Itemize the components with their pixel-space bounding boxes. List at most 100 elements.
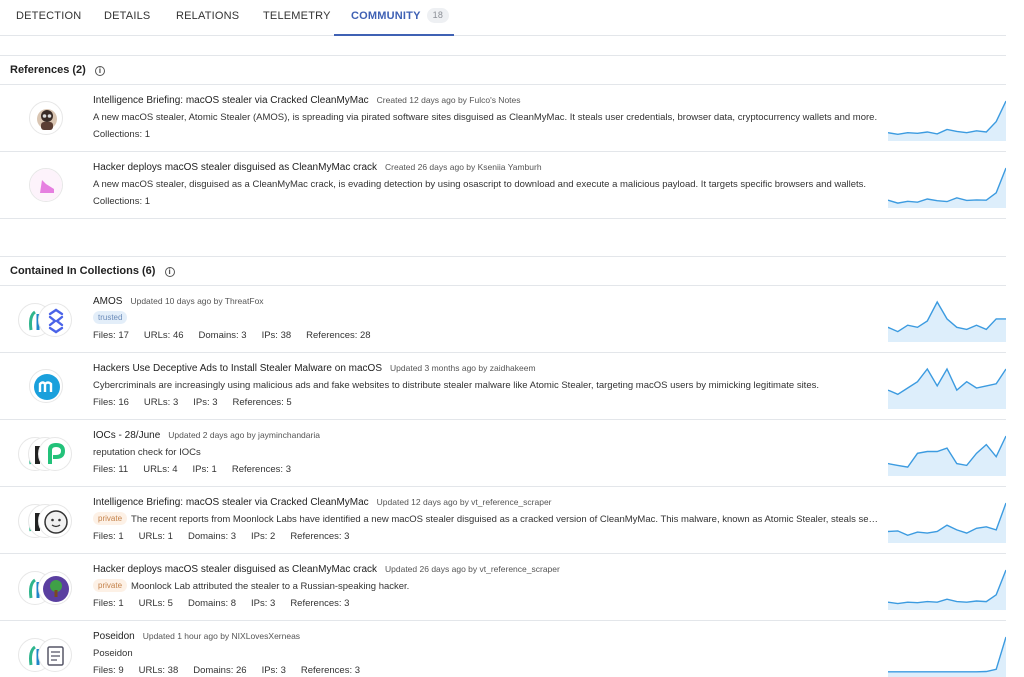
activity-sparkline [888, 502, 1006, 543]
stat-ips: IPs: 3 [261, 665, 286, 676]
tab-community-count: 18 [426, 8, 450, 23]
stat-domains: Domains: 8 [187, 598, 237, 609]
sparkline-line [888, 167, 1006, 204]
collection-description: reputation check for IOCs [93, 447, 201, 458]
collection-meta: Updated 12 days ago by vt_reference_scra… [376, 497, 552, 507]
tab-community[interactable]: COMMUNITY 18 [334, 0, 454, 36]
collection-description: Moonlock Lab attributed the stealer to a… [131, 581, 410, 592]
collection-description: Cybercriminals are increasingly using ma… [93, 380, 819, 391]
collection-stats: Files: 1 URLs: 1 Domains: 3 IPs: 2 Reference… [93, 529, 879, 545]
collection-row[interactable]: AMOS Updated 10 days ago by ThreatFox tru… [0, 286, 1006, 353]
collection-stats: Files: 11 URLs: 4 IPs: 1 References: 3 [93, 462, 879, 478]
trusted-badge: trusted [93, 311, 128, 324]
stat-files: Files: 1 [93, 598, 124, 609]
collection-meta: Updated 1 hour ago by NIXLovesXerneas [142, 631, 301, 641]
info-icon[interactable]: i [94, 66, 105, 76]
reference-row[interactable]: Hacker deploys macOS stealer disguised a… [0, 152, 1006, 219]
reference-meta: Created 12 days ago by Fulco's Notes [376, 95, 521, 105]
stat-urls: URLs: 4 [143, 464, 178, 475]
stat-references: References: 3 [300, 665, 361, 676]
activity-sparkline [888, 167, 1006, 208]
avatar-group [18, 168, 78, 204]
stat-ips: IPs: 3 [251, 598, 276, 609]
document-logo-icon [38, 638, 72, 672]
avatar-group [18, 503, 78, 539]
collection-title[interactable]: Hacker deploys macOS stealer disguised a… [93, 564, 377, 575]
tab-relations[interactable]: RELATIONS [176, 0, 239, 35]
reference-title[interactable]: Hacker deploys macOS stealer disguised a… [93, 162, 377, 173]
collection-content: AMOS Updated 10 days ago by ThreatFox tru… [93, 294, 879, 344]
collection-stats: Files: 1 URLs: 5 Domains: 8 IPs: 3 Reference… [93, 596, 879, 612]
stat-domains: Domains: 3 [187, 531, 237, 542]
collection-meta: Updated 26 days ago by vt_reference_scra… [385, 564, 560, 574]
references-header: References (2) i [0, 55, 1006, 85]
stat-urls: URLs: 46 [143, 330, 184, 341]
private-badge: private [93, 579, 128, 592]
sparkline-area [888, 570, 1006, 610]
collection-row[interactable]: Hackers Use Deceptive Ads to Install Ste… [0, 353, 1006, 420]
collection-meta: Updated 10 days ago by ThreatFox [130, 296, 264, 306]
stat-references: References: 3 [231, 464, 291, 475]
sparkline-area [888, 436, 1006, 476]
stat-ips: IPs: 1 [192, 464, 217, 475]
info-icon[interactable]: i [164, 267, 175, 277]
references-count: (2) [72, 64, 86, 76]
tab-detection[interactable]: DETECTION [16, 0, 81, 35]
activity-sparkline [888, 569, 1006, 610]
avatar-group [18, 302, 78, 338]
stat-files: Files: 17 [93, 330, 129, 341]
collection-title[interactable]: AMOS [93, 296, 122, 307]
reference-description: A new macOS stealer, disguised as a Clea… [93, 179, 867, 190]
face-logo-icon [38, 504, 72, 538]
reference-meta: Created 26 days ago by Kseniia Yamburh [385, 162, 542, 172]
stat-references: References: 3 [290, 531, 350, 542]
collection-row[interactable]: Hacker deploys macOS stealer disguised a… [0, 554, 1006, 621]
collection-content: Hacker deploys macOS stealer disguised a… [93, 562, 879, 612]
green-logo-icon [38, 437, 72, 471]
collection-stats: Files: 16 URLs: 3 IPs: 3 References: 5 [93, 395, 879, 411]
reference-collections: Collections: 1 [93, 196, 151, 207]
user-avatar [29, 101, 63, 135]
stat-files: Files: 11 [93, 464, 129, 475]
tab-bar: DETECTION DETAILS RELATIONS TELEMETRY CO… [0, 0, 1006, 36]
stat-urls: URLs: 38 [138, 665, 179, 676]
stat-urls: URLs: 3 [143, 397, 179, 408]
collection-row[interactable]: IOCs - 28/June Updated 2 days ago by jaym… [0, 420, 1006, 487]
collection-content: Hackers Use Deceptive Ads to Install Ste… [93, 361, 879, 411]
tab-telemetry[interactable]: TELEMETRY [263, 0, 331, 35]
collection-row[interactable]: Intelligence Briefing: macOS stealer via… [0, 487, 1006, 554]
collection-title[interactable]: Intelligence Briefing: macOS stealer via… [93, 497, 369, 508]
reference-row[interactable]: Intelligence Briefing: macOS stealer via… [0, 85, 1006, 152]
collection-title[interactable]: Hackers Use Deceptive Ads to Install Ste… [93, 363, 382, 374]
stat-domains: Domains: 3 [198, 330, 247, 341]
user-avatar [29, 168, 63, 202]
reference-content: Intelligence Briefing: macOS stealer via… [93, 93, 879, 143]
avatar-group [18, 436, 78, 472]
reference-title[interactable]: Intelligence Briefing: macOS stealer via… [93, 95, 369, 106]
sparkline-line [888, 100, 1006, 136]
collections-header: Contained In Collections (6) i [0, 256, 1006, 286]
collection-title[interactable]: IOCs - 28/June [93, 430, 160, 441]
stat-references: References: 3 [290, 598, 350, 609]
stat-references: References: 28 [306, 330, 371, 341]
collection-meta: Updated 2 days ago by jayminchandaria [168, 430, 320, 440]
stat-files: Files: 1 [93, 531, 124, 542]
collection-title[interactable]: Poseidon [93, 631, 135, 642]
stat-ips: IPs: 38 [261, 330, 292, 341]
activity-sparkline [888, 435, 1006, 476]
private-badge: private [93, 512, 128, 525]
stat-urls: URLs: 1 [138, 531, 173, 542]
collections-title: Contained In Collections [10, 265, 139, 277]
collection-row[interactable]: Poseidon Updated 1 hour ago by NIXLovesXe… [0, 621, 1006, 677]
sparkline-line [888, 636, 1006, 673]
user-avatar [29, 369, 63, 403]
stat-ips: IPs: 3 [193, 397, 218, 408]
sparkline-line [888, 569, 1006, 605]
threatfox-logo-icon [38, 303, 72, 337]
stat-files: Files: 16 [93, 397, 129, 408]
collection-content: Intelligence Briefing: macOS stealer via… [93, 495, 879, 545]
references-title: References [10, 64, 70, 76]
avatar-group [18, 101, 78, 137]
tab-details[interactable]: DETAILS [104, 0, 150, 35]
stat-references: References: 5 [232, 397, 292, 408]
